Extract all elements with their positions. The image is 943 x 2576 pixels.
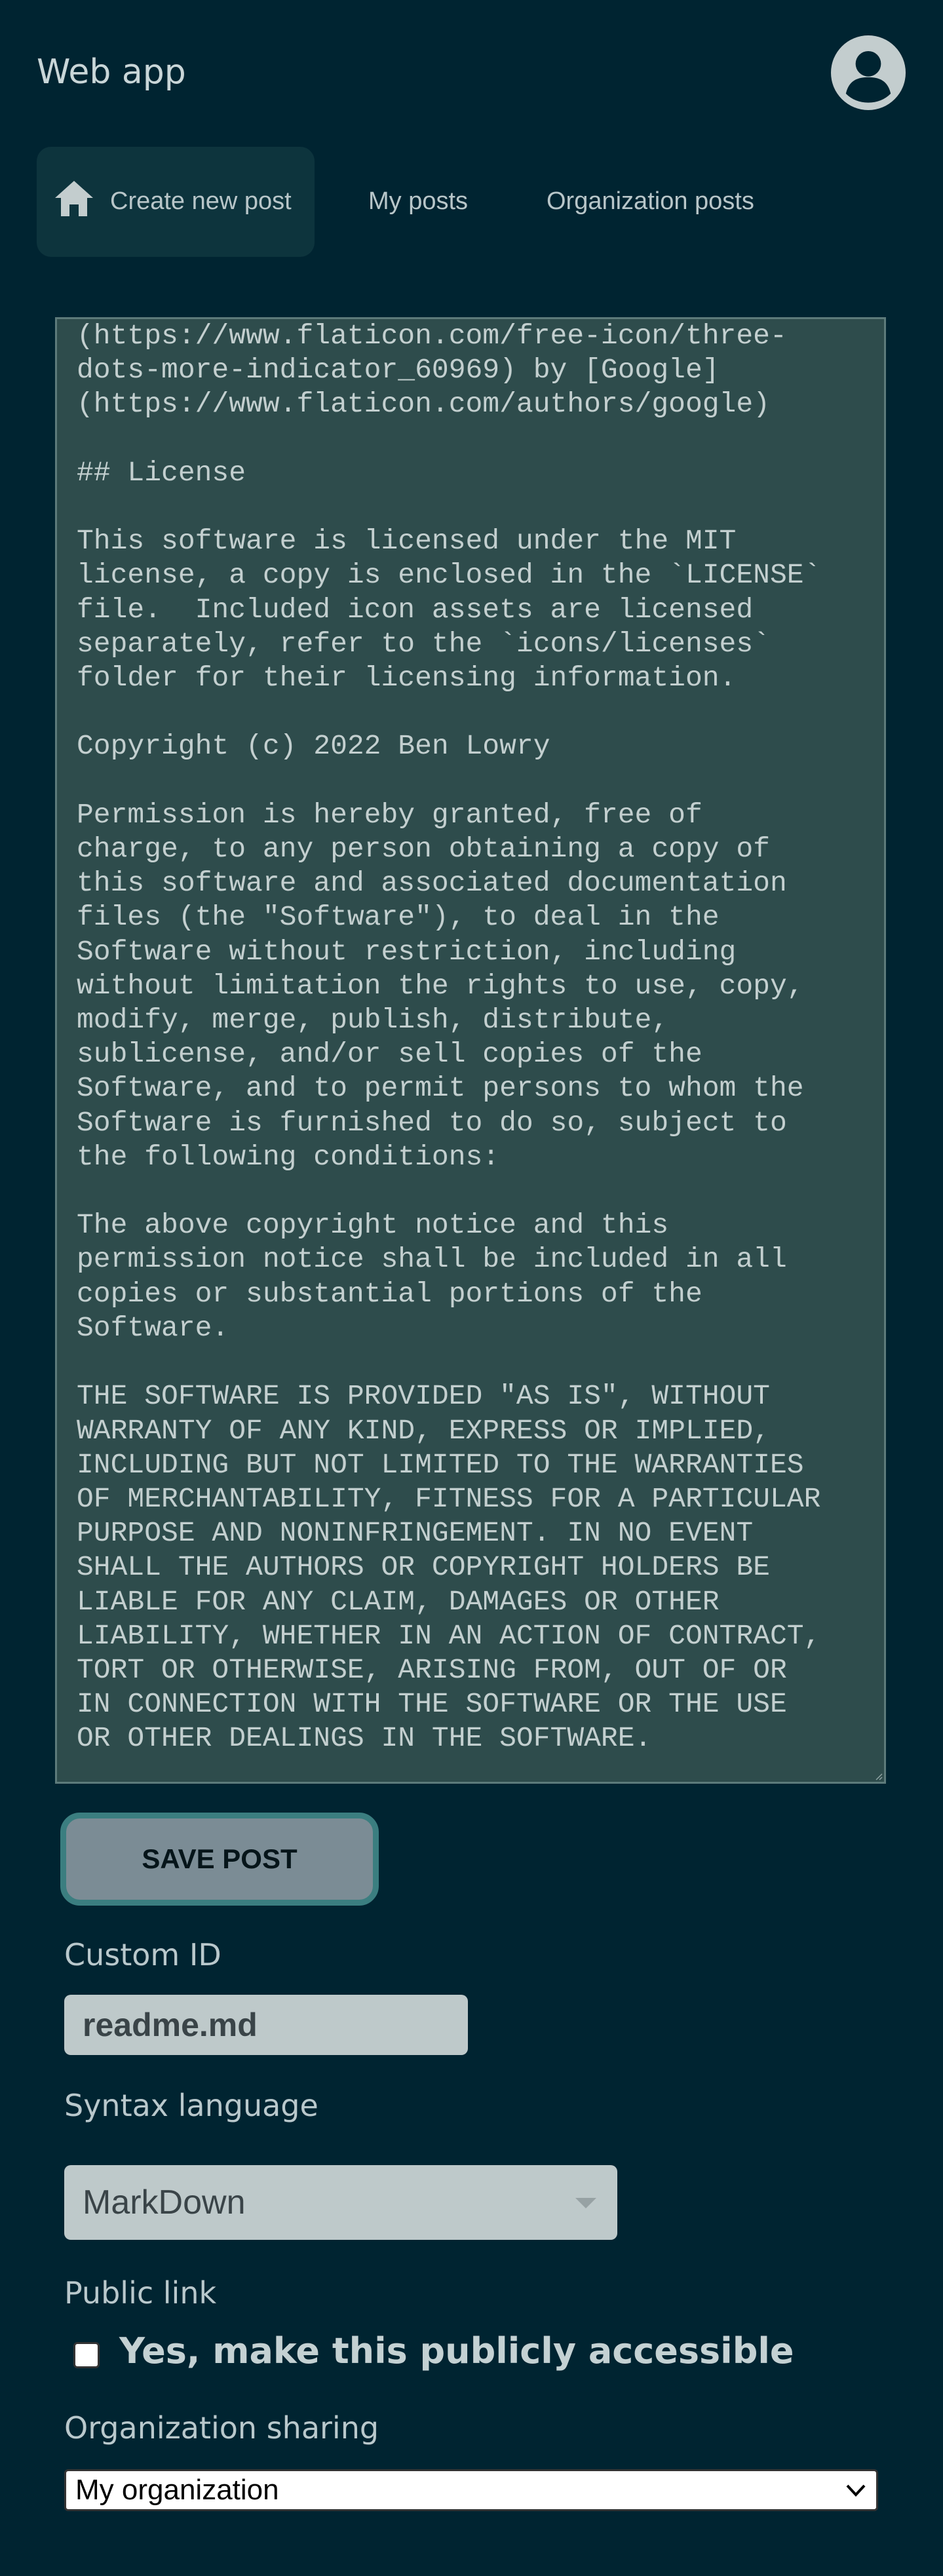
post-content-textarea[interactable]: (https://www.flaticon.com/free-icon/thre… xyxy=(55,317,886,1784)
syntax-language-value: MarkDown xyxy=(83,2183,246,2221)
save-post-button[interactable]: SAVE POST xyxy=(60,1813,379,1906)
resize-handle-icon[interactable] xyxy=(874,1771,883,1780)
syntax-language-select[interactable]: MarkDown xyxy=(64,2165,617,2240)
tab-create-new-post[interactable]: Create new post xyxy=(37,147,315,257)
organization-sharing-label: Organization sharing xyxy=(64,2410,379,2446)
chevron-down-icon xyxy=(575,2198,596,2208)
public-link-checkbox-label[interactable]: Yes, make this publicly accessible xyxy=(119,2330,794,2372)
organization-sharing-select[interactable]: My organization xyxy=(64,2469,878,2511)
organization-sharing-value: My organization xyxy=(75,2474,279,2506)
custom-id-label: Custom ID xyxy=(64,1937,221,1972)
custom-id-input[interactable]: readme.md xyxy=(64,1995,468,2055)
user-avatar-icon[interactable] xyxy=(831,35,906,110)
public-link-label: Public link xyxy=(64,2275,217,2311)
app-header: Web app xyxy=(0,0,943,144)
post-content-text: (https://www.flaticon.com/free-icon/thre… xyxy=(77,320,821,1755)
app-title: Web app xyxy=(37,52,186,92)
tab-label: Create new post xyxy=(110,187,292,215)
tab-organization-posts[interactable]: Organization posts xyxy=(547,147,782,257)
tab-label: My posts xyxy=(368,187,469,215)
chevron-down-icon xyxy=(846,2484,866,2497)
public-link-checkbox[interactable] xyxy=(73,2342,100,2368)
syntax-language-label: Syntax language xyxy=(64,2088,318,2123)
home-icon xyxy=(55,181,93,216)
tab-label: Organization posts xyxy=(547,187,754,215)
tab-my-posts[interactable]: My posts xyxy=(368,147,499,257)
